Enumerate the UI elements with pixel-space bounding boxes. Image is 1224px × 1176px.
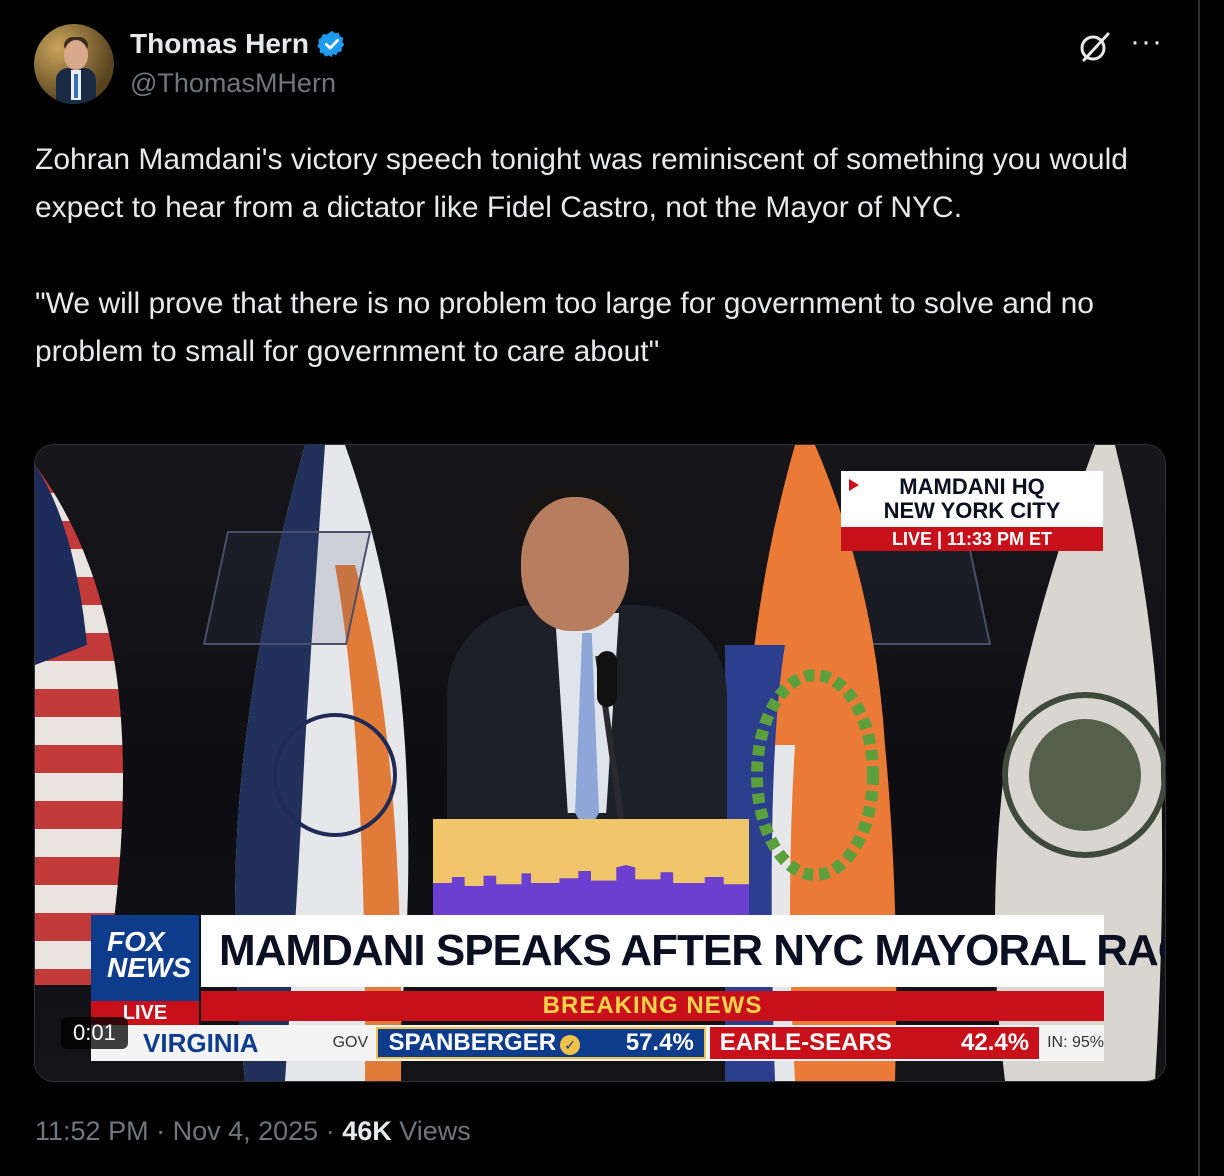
views-label: Views [399,1116,471,1146]
views-count[interactable]: 46K [342,1116,392,1146]
winner-check-icon: ✓ [560,1035,581,1055]
tweet-date[interactable]: Nov 4, 2025 [173,1116,319,1146]
tweet-text: Zohran Mamdani's victory speech tonight … [35,143,1128,368]
fox-news-logo: FOX NEWS [91,915,199,1007]
news-chyron: FOX NEWS LIVE MAMDANI SPEAKS AFTER NYC M… [35,915,1165,1081]
ticker-race: GOV [332,1034,369,1051]
chyron-headline: MAMDANI SPEAKS AFTER NYC MAYORAL RACE VI… [201,915,1165,987]
author-name-row[interactable]: Thomas Hern [130,28,347,60]
election-ticker: VIRGINIA GOV SPANBERGER ✓ 57.4% EARLE-SEA… [91,1025,1104,1061]
ticker-dem-candidate: SPANBERGER ✓ 57.4% [376,1027,706,1059]
tweet-meta: 11:52 PM · Nov 4, 2025 · 46K Views [35,1116,471,1146]
ticker-reporting: IN: 95% [1047,1034,1104,1051]
us-flag [35,465,123,985]
teleprompter-left [202,531,372,645]
column-divider [1198,0,1200,1176]
grok-icon[interactable] [1078,30,1112,64]
avatar[interactable] [34,24,114,104]
author-name[interactable]: Thomas Hern [130,28,309,60]
video-duration-badge: 0:01 [61,1017,128,1049]
breaking-news-bar: BREAKING NEWS [201,991,1104,1021]
video-player[interactable]: MAMDANI HQ NEW YORK CITY LIVE | 11:33 PM… [34,444,1166,1082]
speaker-head [521,497,629,631]
tweet-time[interactable]: 11:52 PM [35,1116,149,1146]
microphone [597,651,617,707]
live-location-box: MAMDANI HQ NEW YORK CITY LIVE | 11:33 PM… [841,471,1103,551]
verified-badge-icon [317,30,345,58]
more-icon[interactable]: ··· [1130,27,1163,57]
author-handle[interactable]: @ThomasMHern [130,68,336,99]
ticker-rep-candidate: EARLE-SEARS 42.4% [709,1027,1040,1059]
